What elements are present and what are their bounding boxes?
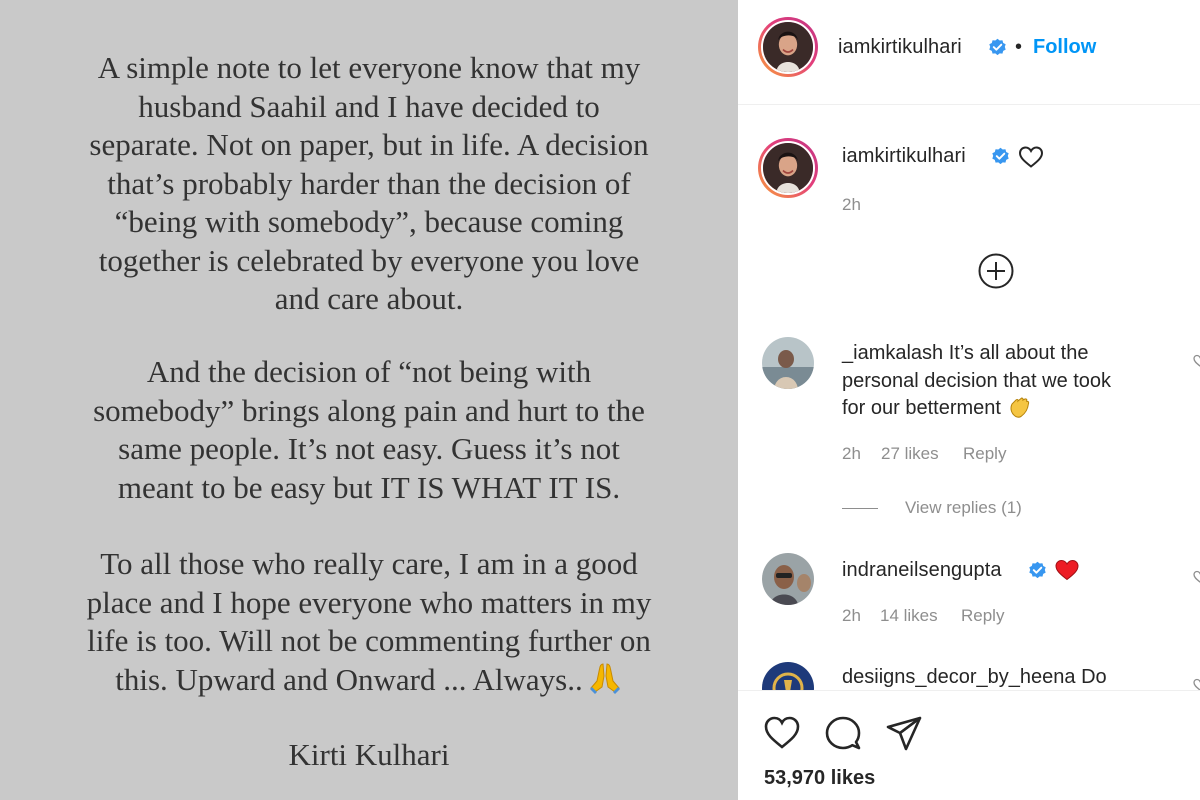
note-line: same people. It’s not easy. Guess it’s n… (118, 431, 620, 466)
note-line: life is too. Will not be commenting furt… (87, 623, 651, 658)
commenter-avatar[interactable] (762, 553, 814, 605)
comment-likes[interactable]: 14 likes (880, 606, 938, 626)
follow-button[interactable]: Follow (1033, 36, 1096, 59)
header-separator: • (1015, 36, 1023, 58)
comment-likes[interactable]: 27 likes (881, 444, 939, 464)
header-username[interactable]: iamkirtikulhari (838, 36, 962, 59)
brand-logo-icon (762, 662, 814, 690)
post-sidebar: iamkirtikulhari • Follow iamkirtikulhari… (738, 0, 1200, 800)
reply-button[interactable]: Reply (963, 444, 1006, 464)
avatar-photo-icon (762, 337, 814, 389)
note-line: husband Saahil and I have decided to (138, 88, 600, 124)
note-paragraph-1: A simple note to let everyone know that … (0, 49, 738, 319)
comment-partial: desiigns_decor_by_heena Do (738, 650, 1200, 690)
comment-body: desiigns_decor_by_heena Do (842, 664, 1182, 690)
caption-username[interactable]: iamkirtikulhari (842, 145, 966, 168)
add-circle-icon[interactable] (977, 252, 1015, 290)
note-line: and care about. (274, 281, 464, 316)
avatar-photo-icon (762, 553, 814, 605)
note-line: place and I hope everyone who matters in… (86, 584, 652, 620)
note-line: To all those who really care, I am in a … (100, 546, 638, 581)
note-line: A simple note to let everyone know that … (97, 50, 641, 85)
red-heart-icon (1055, 559, 1079, 581)
comment-text-part: It’s all about the (948, 342, 1089, 364)
actions-divider (738, 690, 1200, 691)
avatar-photo-icon (763, 22, 813, 72)
reply-button[interactable]: Reply (961, 606, 1004, 626)
note-line: that’s probably harder than the decision… (107, 165, 631, 201)
comment-body: _iamkalash It’s all about the personal d… (842, 340, 1182, 423)
comment-username[interactable]: desiigns_decor_by_heena (842, 666, 1076, 688)
caption-time: 2h (842, 195, 861, 214)
view-replies-button[interactable]: View replies (1) (905, 498, 1022, 518)
praying-hands-icon (589, 662, 620, 694)
note-line: this. Upward and Onward ... Always.. (115, 661, 583, 697)
comment-time: 2h (842, 606, 861, 625)
heart-outline-icon[interactable] (1018, 145, 1044, 169)
verified-badge-icon (989, 38, 1006, 56)
share-icon[interactable] (884, 713, 924, 753)
note-line: meant to be easy but IT IS WHAT IT IS. (117, 469, 621, 505)
avatar-photo-icon (763, 143, 813, 193)
comment-text-part: for our betterment (842, 397, 1001, 419)
like-count[interactable]: 53,970 likes (764, 767, 875, 790)
replies-divider-line (842, 508, 878, 509)
heart-outline-icon[interactable] (1193, 570, 1200, 584)
comment-text-part: Do (1081, 666, 1107, 688)
caption-avatar[interactable] (758, 138, 818, 198)
note-line: somebody” brings along pain and hurt to … (93, 392, 645, 428)
author-avatar[interactable] (758, 17, 818, 77)
note-line: separate. Not on paper, but in life. A d… (89, 127, 649, 162)
clapping-hands-icon (1010, 397, 1029, 418)
note-line: “being with somebody”, because coming (114, 204, 624, 239)
note-paragraph-3: To all those who really care, I am in a … (0, 545, 738, 699)
note-line: together is celebrated by everyone you l… (98, 242, 640, 278)
comment-username[interactable]: indraneilsengupta (842, 559, 1002, 582)
commenter-avatar[interactable] (762, 337, 814, 389)
post-image[interactable]: A simple note to let everyone know that … (0, 0, 738, 800)
commenter-avatar[interactable] (762, 662, 814, 690)
verified-badge-icon (992, 147, 1009, 165)
comment-text-part: personal decision that we took (842, 369, 1112, 392)
note-line: And the decision of “not being with (146, 354, 592, 389)
comment-icon[interactable] (823, 713, 863, 753)
comment-username[interactable]: _iamkalash (842, 342, 943, 364)
heart-outline-icon[interactable] (1193, 354, 1200, 368)
like-heart-icon[interactable] (762, 713, 802, 753)
note-paragraph-2: And the decision of “not being with some… (0, 353, 738, 507)
verified-badge-icon (1029, 561, 1046, 579)
note-line-with-emoji: this. Upward and Onward ... Always.. (0, 661, 738, 700)
header-divider (738, 104, 1200, 105)
signature: Kirti Kulhari (288, 737, 450, 772)
comment-time: 2h (842, 444, 861, 463)
